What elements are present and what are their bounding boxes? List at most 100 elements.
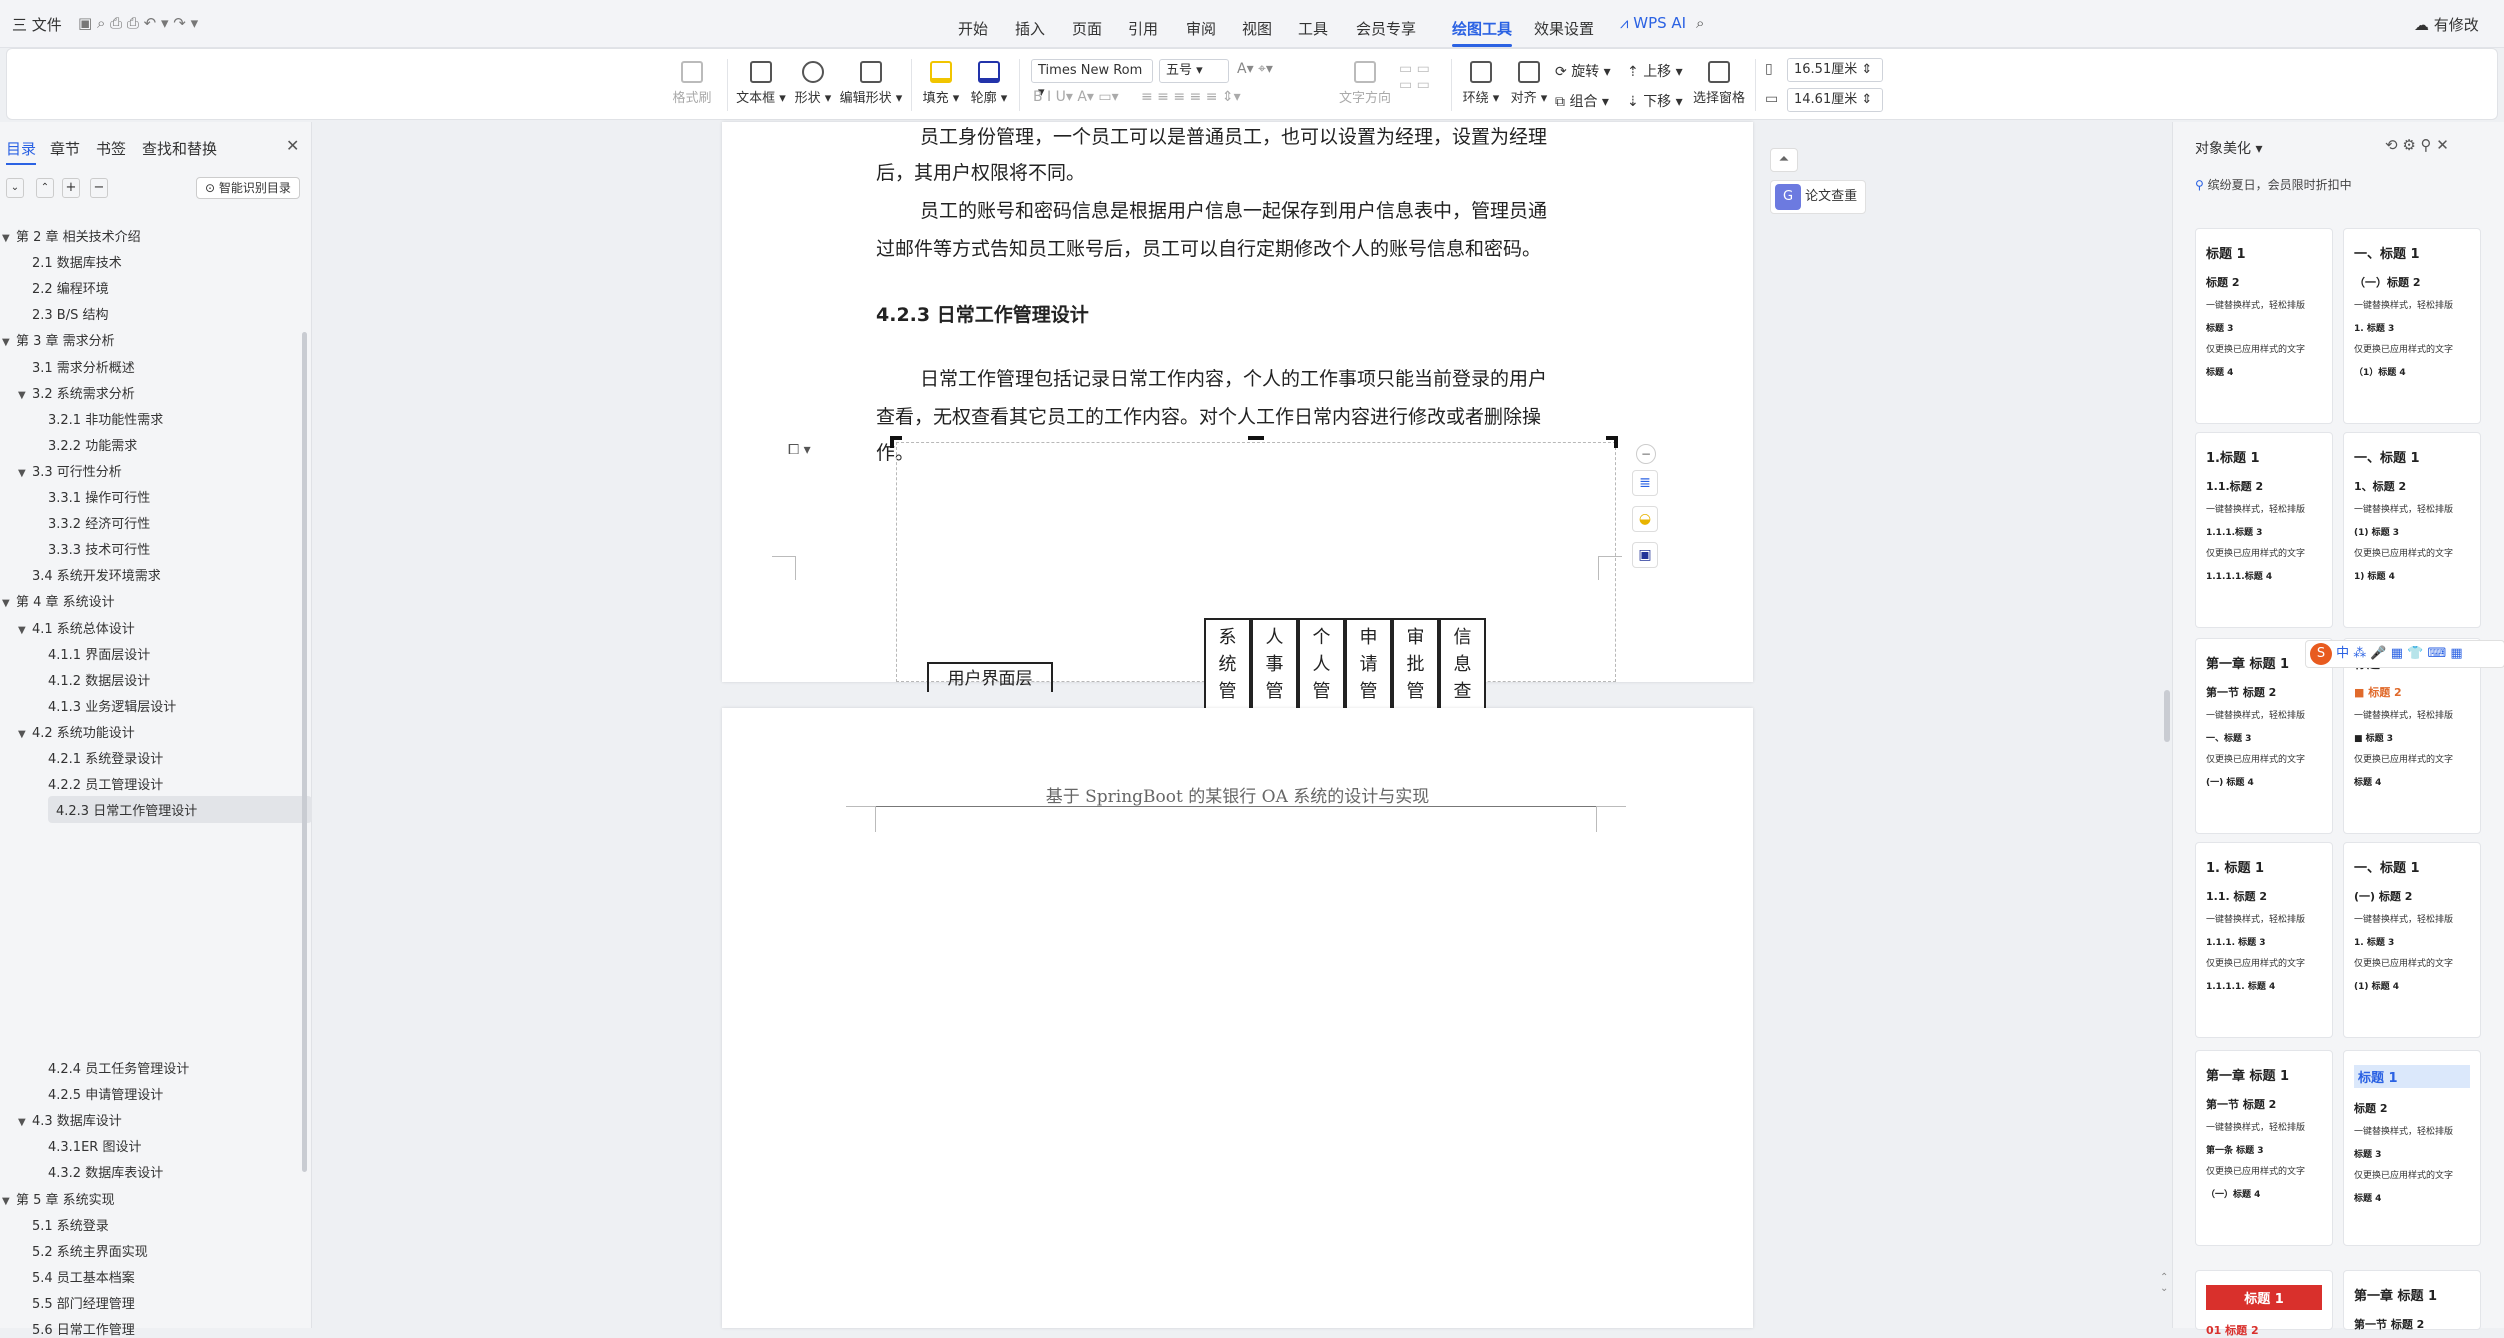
toc-item[interactable]: ▼ 第 5 章 系统实现 — [2, 1189, 115, 1208]
expand-panel-icon[interactable]: ⏶ — [1770, 148, 1798, 172]
quick-access-toolbar[interactable]: ▣ ⌕ ⎙ ⎙ ↶ ▾ ↷ ▾ — [78, 14, 198, 32]
toc-item[interactable]: 3.2.1 非功能性需求 — [48, 409, 163, 428]
style-template-card[interactable]: 1. 标题 1 1.1. 标题 2 一键替换样式，轻松排版 1.1.1. 标题 3 仅更… — [2195, 842, 2333, 1038]
expand-triangle-icon[interactable]: ▼ — [18, 468, 32, 479]
document-scrollbar[interactable] — [2164, 690, 2170, 742]
menu-tab[interactable]: 绘图工具 — [1452, 18, 1513, 47]
style-template-card[interactable]: 1.标题 1 1.1.标题 2 一键替换样式，轻松排版 1.1.1.标题 3 仅更换已应… — [2195, 432, 2333, 628]
paper-check-button[interactable]: G 论文查重 — [1770, 180, 1866, 214]
bring-forward-button[interactable]: ⇡ 上移 ▾ — [1627, 61, 1683, 81]
panel-title[interactable]: 对象美化 ▾ — [2195, 138, 2262, 158]
menu-tab[interactable]: 会员专享 — [1356, 18, 1416, 39]
toc-item[interactable]: 4.2.3 日常工作管理设计 — [48, 796, 312, 824]
outline-style-icon[interactable]: ▣ — [1632, 542, 1658, 568]
send-backward-button[interactable]: ⇣ 下移 ▾ — [1627, 91, 1683, 111]
toc-item[interactable]: ▼ 第 3 章 需求分析 — [2, 330, 115, 349]
nav-tab[interactable]: 书签 — [96, 138, 126, 159]
wrap-button[interactable]: 环绕 ▾ — [1459, 61, 1503, 106]
align-button[interactable]: 对齐 ▾ — [1507, 61, 1551, 106]
menu-tab[interactable]: 效果设置 — [1534, 18, 1594, 39]
menu-tab[interactable]: 插入 — [1015, 18, 1045, 39]
layout-icon[interactable]: ≣ — [1632, 470, 1658, 496]
toc-item[interactable]: 5.2 系统主界面实现 — [32, 1241, 148, 1260]
ime-toolbar[interactable]: S 中 ⁂ 🎤 ▦ 👕 ⌨ ▦ — [2305, 640, 2504, 668]
style-template-card[interactable]: 标题 1 标题 2 一键替换样式，轻松排版 标题 3 仅更换已应用样式的文字 标题 4 — [2343, 1050, 2481, 1246]
promo-banner[interactable]: ⚲ 缤纷夏日，会员限时折扣中 — [2195, 176, 2352, 193]
toc-item[interactable]: 3.4 系统开发环境需求 — [32, 565, 161, 584]
toc-item[interactable]: 4.3.1ER 图设计 — [48, 1136, 141, 1155]
font-name-select[interactable]: Times New Rom ▾ — [1031, 59, 1153, 100]
expand-triangle-icon[interactable]: ▼ — [18, 1117, 32, 1128]
scroll-arrows-icon[interactable]: ⌃ ⌄ — [2160, 1272, 2168, 1294]
smart-toc-button[interactable]: ⊙ 智能识别目录 — [196, 177, 300, 199]
text-direction-button[interactable]: 文字方向 — [1339, 61, 1391, 106]
toc-item[interactable]: 4.2.2 员工管理设计 — [48, 774, 163, 793]
add-heading-icon[interactable]: + — [62, 178, 80, 198]
style-template-card[interactable]: 一、标题 1 (一) 标题 2 一键替换样式，轻松排版 1. 标题 3 仅更换已应用样式… — [2343, 842, 2481, 1038]
collapse-all-icon[interactable]: ⌄ — [6, 178, 24, 198]
style-template-card[interactable]: 第一章 标题 1 第一节 标题 2 一键替换样式，轻松排版 第一条 标题 3 仅更换已应… — [2195, 1050, 2333, 1246]
nav-tab[interactable]: 查找和替换 — [142, 138, 217, 159]
toc-item[interactable]: ▼ 4.1 系统总体设计 — [18, 618, 135, 637]
panel-tools-icon[interactable]: ⟲ ⚙ ⚲ ✕ — [2385, 136, 2449, 154]
wps-ai-button[interactable]: ⩘ WPS AI — [1620, 14, 1686, 32]
menu-tab[interactable]: 审阅 — [1186, 18, 1216, 39]
align-icons[interactable]: ≡ ≡ ≡ ≡ ≡ ⇕▾ — [1141, 89, 1241, 105]
toc-item[interactable]: 4.3.2 数据库表设计 — [48, 1162, 163, 1181]
search-icon[interactable]: ⌕ — [1696, 14, 1704, 32]
nav-tab[interactable]: 目录 — [6, 138, 37, 165]
modified-status[interactable]: ☁ 有修改 — [2414, 14, 2479, 35]
file-menu[interactable]: 三 文件 — [12, 14, 62, 35]
toc-item[interactable]: 5.6 日常工作管理 — [32, 1319, 135, 1338]
toc-item[interactable]: 4.2.5 申请管理设计 — [48, 1084, 163, 1103]
outline-button[interactable]: 轮廓 ▾ — [967, 61, 1011, 106]
format-painter-button[interactable]: 格式刷 — [667, 61, 717, 106]
edit-shape-button[interactable]: 编辑形状 ▾ — [839, 61, 903, 106]
toc-item[interactable]: 2.3 B/S 结构 — [32, 304, 109, 323]
group-button[interactable]: ⧉ 组合 ▾ — [1555, 91, 1609, 111]
menu-tab[interactable]: 工具 — [1298, 18, 1328, 39]
style-template-card[interactable]: 标题 1 01 标题 2 — [2195, 1270, 2333, 1337]
toc-item[interactable]: 2.1 数据库技术 — [32, 252, 122, 271]
menu-tab[interactable]: 视图 — [1242, 18, 1272, 39]
menu-tab[interactable]: 引用 — [1128, 18, 1158, 39]
toc-item[interactable]: 4.1.3 业务逻辑层设计 — [48, 696, 176, 715]
toc-item[interactable]: 4.1.2 数据层设计 — [48, 670, 150, 689]
style-fill-icon[interactable]: ◒ — [1632, 506, 1658, 532]
toc-item[interactable]: 5.4 员工基本档案 — [32, 1267, 135, 1286]
textbox-style-icons[interactable]: ▭ ▭ ▭ ▭ — [1399, 61, 1430, 93]
toc-item[interactable]: 4.1.1 界面层设计 — [48, 644, 150, 663]
toc-item[interactable]: 3.2.2 功能需求 — [48, 435, 137, 454]
expand-triangle-icon[interactable]: ▼ — [2, 233, 16, 244]
shape-width-input[interactable]: 16.51厘米 ⇕ — [1787, 58, 1883, 82]
toc-item[interactable]: 3.1 需求分析概述 — [32, 357, 135, 376]
toc-item[interactable]: 5.1 系统登录 — [32, 1215, 109, 1234]
selection-pane-button[interactable]: 选择窗格 — [1691, 61, 1747, 106]
shape-height-input[interactable]: 14.61厘米 ⇕ — [1787, 88, 1883, 112]
toc-item[interactable]: ▼ 第 2 章 相关技术介绍 — [2, 226, 141, 245]
toc-item[interactable]: ▼ 3.3 可行性分析 — [18, 461, 122, 480]
font-color-icon[interactable]: A▾ ⌖▾ — [1237, 61, 1273, 77]
toc-item[interactable]: 3.3.1 操作可行性 — [48, 487, 150, 506]
toc-item[interactable]: 2.2 编程环境 — [32, 278, 109, 297]
expand-triangle-icon[interactable]: ▼ — [2, 1196, 16, 1207]
rotate-button[interactable]: ⟳ 旋转 ▾ — [1555, 61, 1611, 81]
text-format-icons[interactable]: B I U▾ A▾ ▭▾ — [1033, 89, 1119, 105]
expand-triangle-icon[interactable]: ▼ — [18, 729, 32, 740]
toc-item[interactable]: 4.2.4 员工任务管理设计 — [48, 1058, 189, 1077]
style-template-card[interactable]: 一、标题 1 1、标题 2 一键替换样式，轻松排版 (1) 标题 3 仅更换已应用样式的… — [2343, 432, 2481, 628]
remove-heading-icon[interactable]: − — [90, 178, 108, 198]
toc-item[interactable]: ▼ 第 4 章 系统设计 — [2, 591, 115, 610]
toc-scrollbar[interactable] — [302, 332, 307, 1172]
fill-button[interactable]: 填充 ▾ — [919, 61, 963, 106]
shape-button[interactable]: 形状 ▾ — [791, 61, 835, 106]
toc-item[interactable]: ▼ 3.2 系统需求分析 — [18, 383, 135, 402]
toc-item[interactable]: 4.2.1 系统登录设计 — [48, 748, 163, 767]
close-icon[interactable]: ✕ — [286, 136, 299, 155]
toc-item[interactable]: 3.3.3 技术可行性 — [48, 539, 150, 558]
toc-item[interactable]: ▼ 4.3 数据库设计 — [18, 1110, 122, 1129]
style-template-card[interactable]: 第一章 标题 1 第一节 标题 2 — [2343, 1270, 2481, 1331]
font-size-select[interactable]: 五号 ▾ — [1159, 59, 1229, 83]
style-template-card[interactable]: 标题 1 标题 2 一键替换样式，轻松排版 标题 3 仅更换已应用样式的文字 标题 4 — [2195, 228, 2333, 424]
expand-triangle-icon[interactable]: ▼ — [18, 390, 32, 401]
